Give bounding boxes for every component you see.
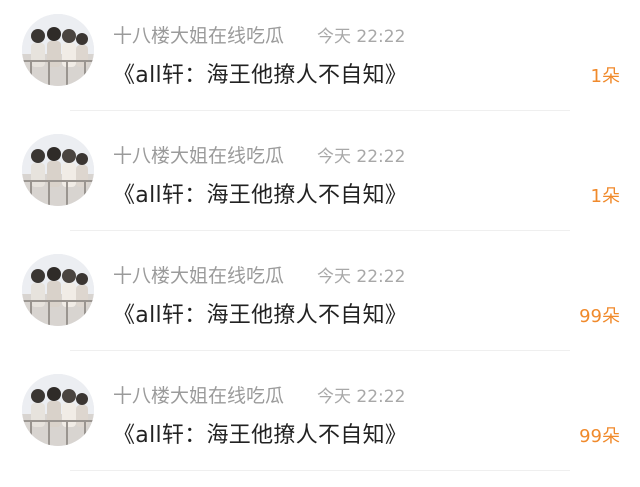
message-text: 《all轩：海王他撩人不自知》 (113, 63, 408, 88)
group-photo-avatar-icon (22, 254, 94, 326)
message-feed: 十八楼大姐在线吃瓜 今天 22:22 《all轩：海王他撩人不自知》 1朵 十八… (0, 0, 640, 487)
message-timestamp: 今天 22:22 (317, 27, 406, 47)
flower-count: 99朵 (579, 426, 620, 447)
avatar[interactable] (22, 134, 94, 206)
group-photo-avatar-icon (22, 374, 94, 446)
sender-name[interactable]: 十八楼大姐在线吃瓜 (113, 21, 284, 48)
message-row[interactable]: 十八楼大姐在线吃瓜 今天 22:22 《all轩：海王他撩人不自知》 1朵 (0, 0, 640, 120)
message-row[interactable]: 十八楼大姐在线吃瓜 今天 22:22 《all轩：海王他撩人不自知》 99朵 (0, 240, 640, 360)
flower-count: 1朵 (590, 186, 620, 207)
divider (70, 230, 570, 231)
message-row[interactable]: 十八楼大姐在线吃瓜 今天 22:22 《all轩：海王他撩人不自知》 1朵 (0, 120, 640, 240)
message-timestamp: 今天 22:22 (317, 387, 406, 407)
sender-name[interactable]: 十八楼大姐在线吃瓜 (113, 141, 284, 168)
message-text: 《all轩：海王他撩人不自知》 (113, 183, 408, 208)
message-text: 《all轩：海王他撩人不自知》 (113, 303, 408, 328)
divider (70, 110, 570, 111)
divider (70, 470, 570, 471)
message-timestamp: 今天 22:22 (317, 267, 406, 287)
divider (70, 350, 570, 351)
sender-name[interactable]: 十八楼大姐在线吃瓜 (113, 381, 284, 408)
message-timestamp: 今天 22:22 (317, 147, 406, 167)
sender-name[interactable]: 十八楼大姐在线吃瓜 (113, 261, 284, 288)
group-photo-avatar-icon (22, 134, 94, 206)
message-row[interactable]: 十八楼大姐在线吃瓜 今天 22:22 《all轩：海王他撩人不自知》 99朵 (0, 360, 640, 480)
avatar[interactable] (22, 14, 94, 86)
avatar[interactable] (22, 254, 94, 326)
flower-count: 1朵 (590, 66, 620, 87)
message-text: 《all轩：海王他撩人不自知》 (113, 423, 408, 448)
flower-count: 99朵 (579, 306, 620, 327)
group-photo-avatar-icon (22, 14, 94, 86)
avatar[interactable] (22, 374, 94, 446)
